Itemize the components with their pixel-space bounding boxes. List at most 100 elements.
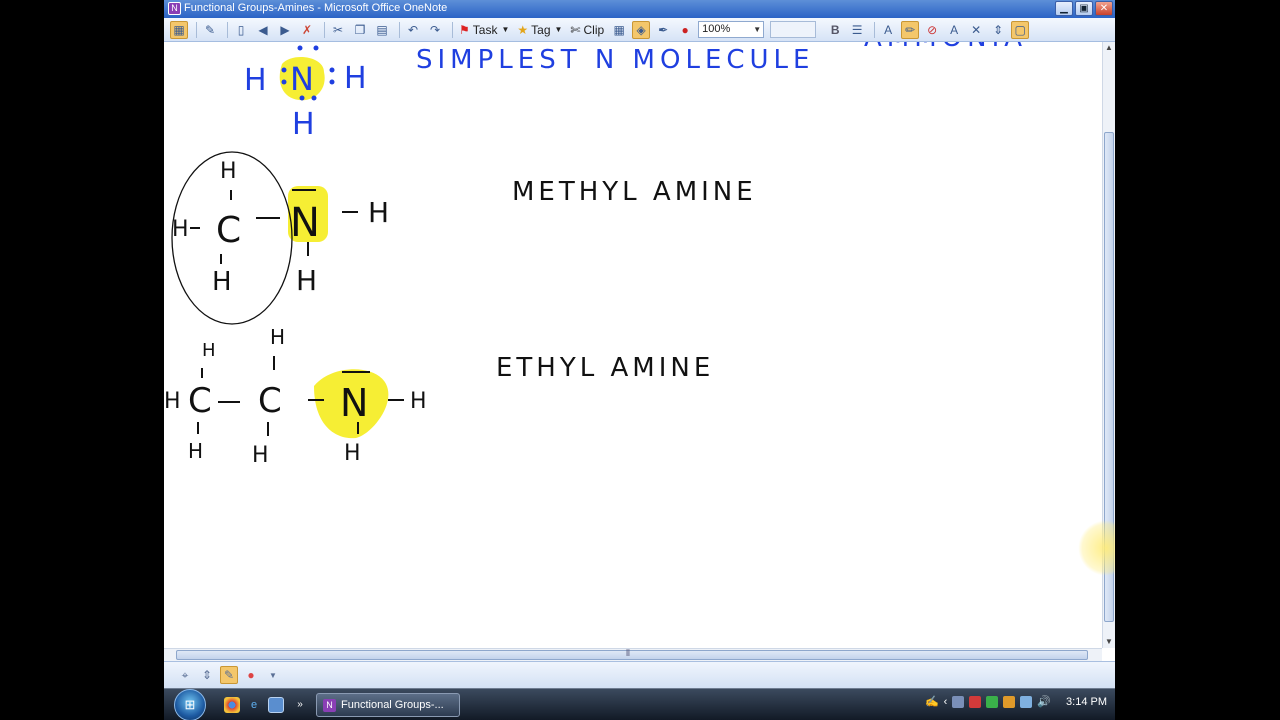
bond-dot [281, 67, 287, 73]
maximize-button[interactable]: ▣ [1075, 1, 1093, 16]
tray-app-icon[interactable] [1003, 695, 1016, 708]
chevron-down-icon: ▼ [753, 25, 762, 34]
ethyl-h-n-bottom: H [344, 441, 361, 466]
tray-app-icon[interactable] [986, 695, 999, 708]
shapes-icon[interactable]: ◈ [632, 20, 651, 39]
methyl-h-left: H [172, 217, 189, 242]
bond-dot [329, 67, 335, 73]
system-tray: ✍ ‹ 🔊 3:14 PM [925, 695, 1107, 708]
paste-icon[interactable]: ▤ [373, 21, 391, 39]
full-page-icon[interactable]: ▢ [1011, 20, 1030, 39]
space-tool-icon[interactable]: ⇕ [198, 666, 216, 684]
task-label: Task [472, 22, 498, 37]
onenote-icon: N [168, 2, 181, 15]
redo-icon[interactable]: ↷ [426, 21, 444, 39]
toolbar-separator [452, 21, 453, 38]
chevron-down-icon: ▼ [501, 25, 510, 34]
new-page-icon[interactable]: ▯ [232, 21, 250, 39]
scroll-grip-icon: ⦀ [626, 648, 630, 658]
pen-mode-icon[interactable]: ✎ [201, 21, 219, 39]
undo-icon[interactable]: ↶ [404, 21, 422, 39]
ink-tools-icon[interactable]: ✒ [654, 21, 672, 39]
onenote-window: N Functional Groups-Amines - Microsoft O… [164, 0, 1115, 720]
color-picker-icon[interactable]: ● [242, 666, 260, 684]
onenote-icon: N [323, 698, 336, 712]
copy-icon[interactable]: ❐ [351, 21, 369, 39]
bullets-icon[interactable]: ☰ [848, 21, 866, 39]
font-size-select[interactable] [770, 21, 817, 38]
ammonia-structure: H N H H [244, 45, 367, 142]
horizontal-scrollbar[interactable]: ⦀ [164, 648, 1102, 661]
bond-dot [329, 79, 335, 85]
window-title: Functional Groups-Amines - Microsoft Off… [184, 2, 448, 14]
chevron-down-icon[interactable]: ▼ [264, 666, 282, 684]
title-bar[interactable]: N Functional Groups-Amines - Microsoft O… [164, 0, 1115, 18]
delete-icon[interactable]: ✗ [298, 21, 316, 39]
bold-button[interactable]: B [826, 21, 844, 39]
window-controls: ▁ ▣ ✕ [1055, 1, 1113, 16]
lone-pair-dot [313, 45, 319, 51]
network-icon[interactable] [1020, 695, 1033, 708]
clock[interactable]: 3:14 PM [1066, 696, 1107, 708]
bond-dot [299, 95, 305, 101]
pen-tool-icon[interactable]: ✎ [220, 666, 238, 684]
record-icon[interactable]: ● [676, 21, 694, 39]
ammonia-h-left: H [244, 63, 267, 98]
clip-button[interactable]: ✄ Clip [568, 21, 606, 39]
page-view-icon[interactable]: ▦ [170, 20, 188, 39]
pen-input-icon[interactable]: ✍ [925, 695, 939, 708]
lasso-icon[interactable]: ⊘ [923, 21, 941, 39]
task-button[interactable]: ⚑ Task ▼ [457, 21, 511, 39]
ink-to-text-icon[interactable]: A [945, 21, 963, 39]
select-tool-icon[interactable]: ⌖ [176, 666, 194, 684]
ethyl-h-c1-top: H [202, 340, 216, 361]
horizontal-scroll-thumb[interactable] [176, 650, 1088, 660]
scroll-up-icon[interactable]: ▲ [1103, 42, 1115, 54]
ethyl-amine-label: ETHYL AMINE [496, 353, 714, 383]
ethyl-h-c2-bottom: H [252, 443, 269, 468]
table-icon[interactable]: ▦ [610, 21, 628, 39]
cut-icon[interactable]: ✂ [329, 21, 347, 39]
pen-toolbar: ⌖ ⇕ ✎ ● ▼ [164, 661, 1115, 688]
methyl-h-bottom: H [212, 267, 232, 297]
methyl-n: N [290, 200, 320, 246]
back-icon[interactable]: ◀ [254, 21, 272, 39]
eraser-icon[interactable]: ✕ [967, 21, 985, 39]
methyl-h-top: H [220, 159, 237, 184]
bond-dot [311, 95, 317, 101]
tray-expand-icon[interactable]: ‹ [944, 696, 948, 708]
tray-app-icon[interactable] [969, 695, 982, 708]
start-button[interactable]: ⊞ [174, 689, 206, 720]
toolbar-separator [399, 21, 400, 38]
taskbar-onenote-label: Functional Groups-... [341, 699, 444, 711]
highlighter-icon[interactable]: ✏ [901, 20, 920, 39]
ammonia-h-right: H [344, 61, 367, 96]
taskbar-onenote-button[interactable]: N Functional Groups-... [316, 693, 460, 717]
show-desktop-icon[interactable] [268, 697, 284, 713]
scissors-icon: ✄ [570, 22, 581, 37]
methyl-h-n-right: H [368, 196, 389, 229]
scroll-down-icon[interactable]: ▼ [1103, 636, 1115, 648]
insert-space-icon[interactable]: ⇕ [989, 21, 1007, 39]
close-button[interactable]: ✕ [1095, 1, 1113, 16]
chrome-icon[interactable] [224, 697, 240, 713]
font-color-icon[interactable]: A [879, 21, 897, 39]
zoom-value: 100% [702, 23, 731, 35]
toolbar-separator [227, 21, 228, 38]
zoom-select[interactable]: 100% ▼ [698, 21, 765, 38]
quicklaunch-more-icon[interactable]: » [292, 697, 308, 713]
forward-icon[interactable]: ▶ [276, 21, 294, 39]
tag-label: Tag [531, 22, 551, 37]
tag-button[interactable]: ★ Tag ▼ [515, 21, 564, 39]
methyl-h-n-bottom: H [296, 264, 317, 297]
volume-icon[interactable]: 🔊 [1037, 695, 1051, 708]
ethyl-n: N [340, 381, 368, 425]
minimize-button[interactable]: ▁ [1055, 1, 1073, 16]
tray-app-icon[interactable] [952, 695, 965, 708]
star-icon: ★ [517, 22, 529, 37]
note-page[interactable]: SIMPLEST N MOLECULE AMMONIA H N H H [164, 42, 1102, 648]
ethyl-h-c2-top: H [270, 325, 285, 349]
ie-icon[interactable]: e [246, 697, 262, 713]
heading-trail: AMMONIA [864, 42, 1027, 53]
ethyl-h-c1-bottom: H [188, 439, 203, 463]
